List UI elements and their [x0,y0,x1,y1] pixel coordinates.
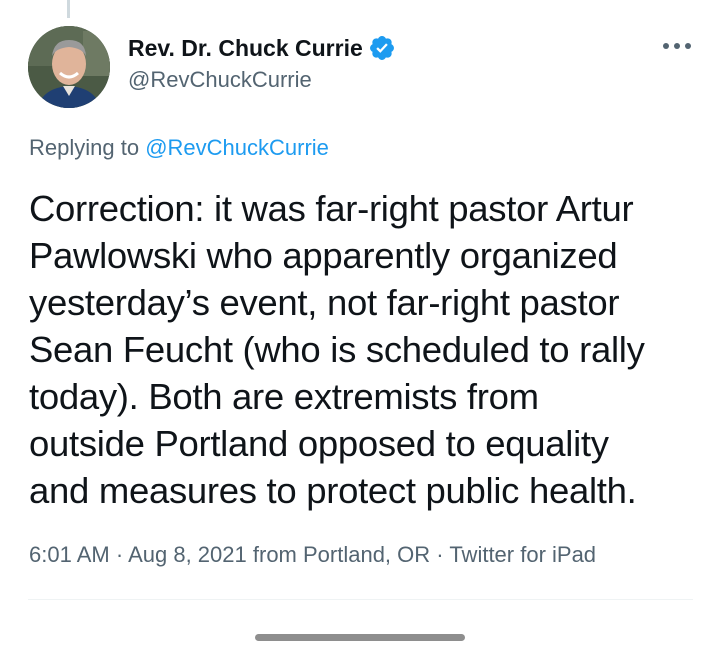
tweet-text-line: and measures to protect public health. [29,470,637,511]
avatar[interactable] [28,26,110,108]
author-display-name[interactable]: Rev. Dr. Chuck Currie [128,35,363,62]
tweet-text-line: today). Both are extremists from [29,376,539,417]
author-handle[interactable]: @RevChuckCurrie [128,67,312,93]
replying-to-prefix: Replying to [29,135,140,160]
replying-to-handle-link[interactable]: @RevChuckCurrie [145,135,329,160]
author-name-row[interactable]: Rev. Dr. Chuck Currie [128,33,396,63]
avatar-image [28,26,110,108]
more-dot-icon [663,43,669,49]
tweet-text-line: outside Portland opposed to equality [29,423,609,464]
home-indicator[interactable] [255,634,465,641]
tweet-client[interactable]: Twitter for iPad [449,542,596,567]
tweet-time[interactable]: 6:01 AM [29,542,110,567]
tweet-text: Correction: it was far-right pastor Artu… [29,185,709,514]
divider [28,599,693,600]
tweet-date[interactable]: Aug 8, 2021 [128,542,247,567]
replying-to: Replying to @RevChuckCurrie [29,135,329,161]
more-dot-icon [674,43,680,49]
thread-connector-line [67,0,70,18]
tweet-location: from Portland, OR [252,542,431,567]
tweet-metadata: 6:01 AM · Aug 8, 2021 from Portland, OR … [29,542,596,568]
tweet-text-line: Pawlowski who apparently organized [29,235,618,276]
meta-separator: · [436,542,444,567]
verified-badge-icon [368,34,396,62]
more-options-icon[interactable] [663,37,691,55]
more-dot-icon [685,43,691,49]
tweet-text-line: yesterday’s event, not far-right pastor [29,282,620,323]
tweet-text-line: Correction: it was far-right pastor Artu… [29,188,634,229]
meta-separator: · [115,542,124,567]
tweet-text-line: Sean Feucht (who is scheduled to rally [29,329,645,370]
